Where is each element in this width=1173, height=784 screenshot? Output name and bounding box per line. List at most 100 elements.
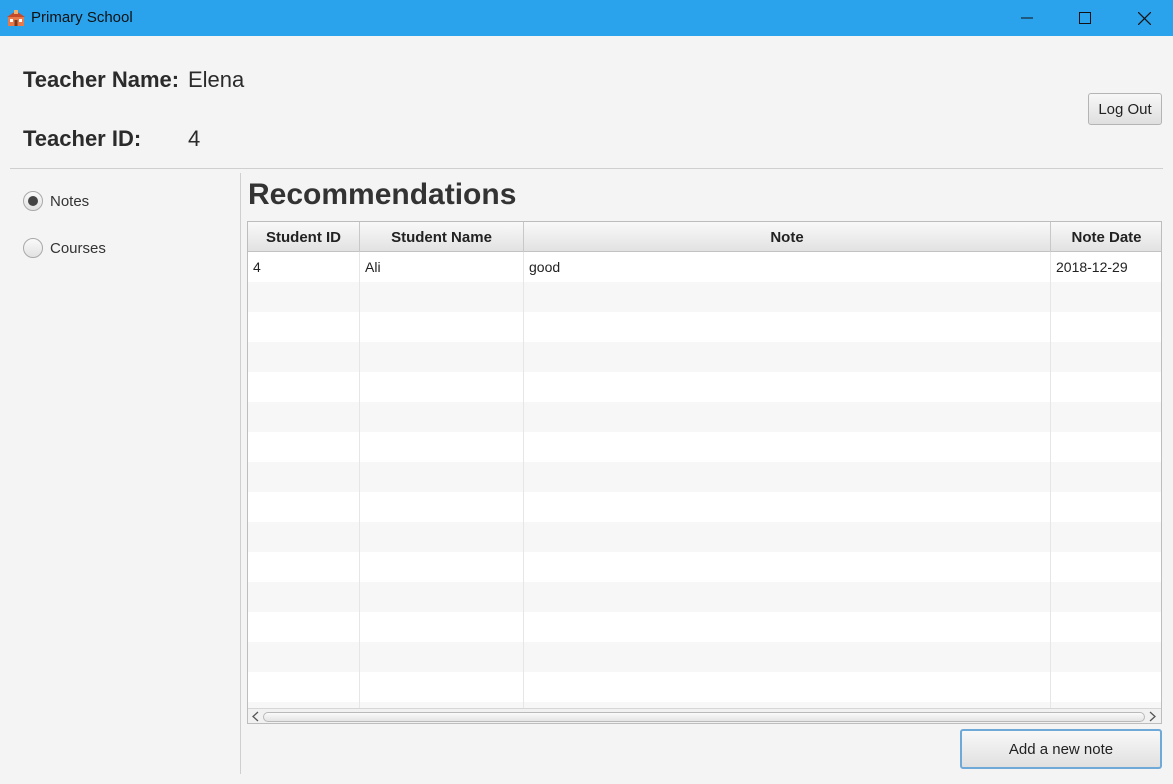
table-cell [360, 582, 524, 612]
empty-table-row[interactable] [248, 522, 1161, 552]
header-divider [10, 168, 1163, 169]
scroll-right-icon[interactable] [1146, 710, 1158, 723]
teacher-id-label: Teacher ID: [23, 126, 142, 151]
table-cell [524, 612, 1051, 642]
table-cell: 4 [248, 252, 360, 282]
empty-table-row[interactable] [248, 552, 1161, 582]
table-cell [248, 522, 360, 552]
table-cell [524, 342, 1051, 372]
table-row[interactable]: 4 Ali good 2018-12-29 [248, 252, 1161, 282]
radio-notes[interactable]: Notes [23, 191, 89, 211]
table-cell [248, 282, 360, 312]
table-cell [360, 312, 524, 342]
table-cell [524, 462, 1051, 492]
teacher-name-value: Elena [188, 67, 245, 92]
column-header-note-date[interactable]: Note Date [1051, 222, 1161, 252]
table-header: Student ID Student Name Note Note Date [248, 222, 1161, 252]
close-icon [1137, 11, 1151, 25]
table-cell [1051, 612, 1161, 642]
empty-table-row[interactable] [248, 312, 1161, 342]
teacher-id-value: 4 [188, 126, 201, 151]
table-cell [360, 432, 524, 462]
table-cell [1051, 312, 1161, 342]
table-cell [524, 402, 1051, 432]
table-cell [360, 492, 524, 522]
table-cell [360, 672, 524, 702]
table-cell [1051, 372, 1161, 402]
empty-table-row[interactable] [248, 282, 1161, 312]
table-cell [1051, 522, 1161, 552]
column-header-note[interactable]: Note [524, 222, 1051, 252]
column-header-student-name[interactable]: Student Name [360, 222, 524, 252]
table-cell [1051, 402, 1161, 432]
table-body: 4 Ali good 2018-12-29 [248, 252, 1161, 708]
maximize-icon [1079, 12, 1091, 24]
table-cell [360, 522, 524, 552]
table-cell [248, 642, 360, 672]
table-cell [1051, 642, 1161, 672]
section-title: Recommendations [248, 178, 517, 211]
horizontal-scrollbar[interactable] [248, 708, 1161, 723]
table-cell [248, 612, 360, 642]
table-cell [524, 282, 1051, 312]
table-cell [524, 552, 1051, 582]
radio-selected-dot [28, 196, 38, 206]
add-note-button[interactable]: Add a new note [960, 729, 1162, 769]
radio-notes-label: Notes [50, 192, 90, 210]
empty-table-row[interactable] [248, 402, 1161, 432]
minimize-button[interactable] [998, 0, 1056, 36]
empty-table-row[interactable] [248, 372, 1161, 402]
radio-notes-circle[interactable] [23, 191, 43, 211]
table-cell: 2018-12-29 [1051, 252, 1161, 282]
empty-table-row[interactable] [248, 432, 1161, 462]
table-cell [524, 492, 1051, 522]
table-cell [248, 432, 360, 462]
logout-button[interactable]: Log Out [1088, 93, 1162, 125]
table-cell [524, 642, 1051, 672]
table-cell [1051, 342, 1161, 372]
title-bar: Primary School [0, 0, 1173, 36]
table-cell: good [524, 252, 1051, 282]
empty-table-row[interactable] [248, 342, 1161, 372]
recommendations-table: Student ID Student Name Note Note Date 4… [247, 221, 1162, 724]
empty-table-row[interactable] [248, 672, 1161, 702]
table-cell [360, 342, 524, 372]
close-button[interactable] [1115, 0, 1173, 36]
table-cell [524, 582, 1051, 612]
window-title: Primary School [31, 9, 133, 26]
table-cell [360, 402, 524, 432]
table-cell [248, 552, 360, 582]
empty-table-row[interactable] [248, 612, 1161, 642]
table-cell [248, 492, 360, 522]
table-cell [1051, 552, 1161, 582]
empty-table-row[interactable] [248, 642, 1161, 672]
table-cell [1051, 282, 1161, 312]
radio-courses-circle[interactable] [23, 238, 43, 258]
table-cell [248, 342, 360, 372]
scrollbar-thumb[interactable] [263, 712, 1145, 722]
table-cell [1051, 582, 1161, 612]
scroll-left-icon[interactable] [250, 710, 262, 723]
table-cell [360, 642, 524, 672]
table-cell [248, 462, 360, 492]
table-cell: Ali [360, 252, 524, 282]
empty-table-row[interactable] [248, 582, 1161, 612]
table-cell [524, 432, 1051, 462]
table-cell [1051, 432, 1161, 462]
maximize-button[interactable] [1056, 0, 1114, 36]
table-cell [524, 312, 1051, 342]
table-cell [1051, 462, 1161, 492]
table-cell [360, 282, 524, 312]
column-header-student-id[interactable]: Student ID [248, 222, 360, 252]
table-cell [524, 672, 1051, 702]
empty-table-row[interactable] [248, 462, 1161, 492]
radio-courses[interactable]: Courses [23, 238, 106, 258]
table-cell [248, 402, 360, 432]
table-cell [248, 372, 360, 402]
table-cell [360, 462, 524, 492]
table-cell [1051, 672, 1161, 702]
sidebar-divider [240, 173, 241, 774]
radio-courses-label: Courses [50, 239, 106, 257]
minimize-icon [1021, 17, 1033, 19]
empty-table-row[interactable] [248, 492, 1161, 522]
